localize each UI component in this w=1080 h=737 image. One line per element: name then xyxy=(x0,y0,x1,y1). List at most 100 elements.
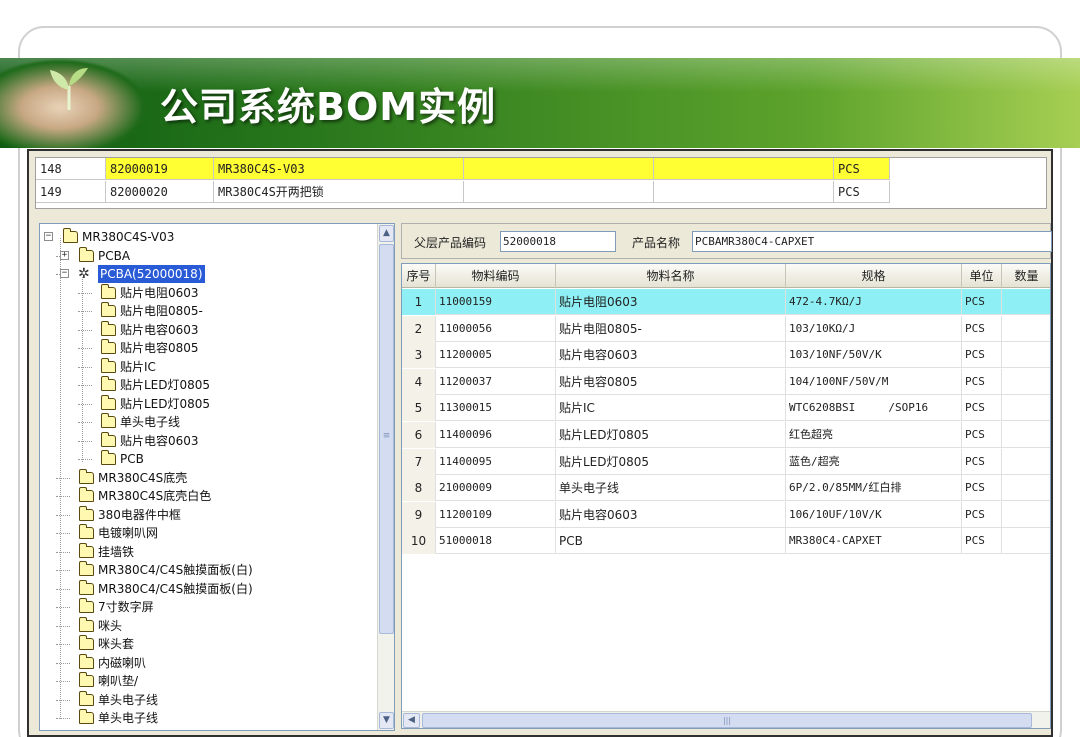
product-name-field[interactable]: PCBAMR380C4-CAPXET xyxy=(692,231,1052,252)
hscroll-thumb[interactable]: ||| xyxy=(422,713,1032,728)
tree-node[interactable]: − MR380C4S-V03 xyxy=(40,228,376,246)
tree-node[interactable]: 贴片电阻0603 xyxy=(40,283,376,302)
expand-toggle-icon[interactable]: + xyxy=(60,250,69,260)
col-header[interactable]: 物料编码 xyxy=(436,264,556,288)
tree-node[interactable]: MR380C4/C4S触摸面板(白) xyxy=(40,579,376,598)
tree-node[interactable]: 电镀喇叭网 xyxy=(40,524,376,542)
scroll-up-button[interactable]: ▲ xyxy=(379,225,394,242)
tree-node[interactable]: 380电器件中框 xyxy=(40,505,376,524)
table-row[interactable]: 148 82000019 MR380C4S-V03 PCS xyxy=(36,158,1046,180)
tree-node[interactable]: 内磁喇叭 xyxy=(40,653,376,672)
tree-node[interactable]: + PCBA xyxy=(40,246,376,265)
parent-code-field[interactable]: 52000018 xyxy=(500,231,616,252)
row-unit: PCS xyxy=(834,181,890,203)
row-number: 6 xyxy=(402,422,436,448)
material-unit: PCS xyxy=(962,315,1002,342)
tree-node[interactable]: 咪头套 xyxy=(40,635,376,653)
folder-icon xyxy=(79,709,94,724)
tree-node[interactable]: 贴片电容0805 xyxy=(40,339,376,357)
folder-icon xyxy=(79,635,94,650)
tree-connector xyxy=(56,496,70,497)
material-code: 11400095 xyxy=(436,448,556,475)
material-unit: PCS xyxy=(962,528,1002,555)
tree-node-label: 贴片LED灯0805 xyxy=(120,396,211,411)
material-unit: PCS xyxy=(962,475,1002,502)
material-name: 贴片电容0805 xyxy=(556,368,786,395)
col-header[interactable]: 序号 xyxy=(402,264,436,288)
col-header[interactable]: 单位 xyxy=(962,264,1002,288)
material-spec: 红色超亮 xyxy=(786,422,962,448)
tree-node[interactable]: MR380C4S底壳白色 xyxy=(40,487,376,505)
tree-node[interactable]: 单头电子线 xyxy=(40,709,376,727)
material-name: 贴片LED灯0805 xyxy=(556,422,786,448)
grid-hscrollbar[interactable]: ◀ ||| xyxy=(402,711,1050,728)
folder-icon xyxy=(79,616,94,632)
material-grid: 序号 物料编码 物料名称 规格 单位 数量 1 11000159 贴片电阻0603 4… xyxy=(401,263,1051,729)
table-row[interactable]: 1 11000159 贴片电阻0603 472-4.7KΩ/J PCS xyxy=(402,289,1050,315)
tree-connector xyxy=(78,329,92,331)
tree-node[interactable]: 7寸数字屏 xyxy=(40,598,376,616)
tree-node[interactable]: MR380C4/C4S触摸面板(白) xyxy=(40,561,376,579)
scroll-down-button[interactable]: ▼ xyxy=(379,712,394,729)
tree-node[interactable]: PCB xyxy=(40,450,376,468)
tree-node[interactable]: − ✲ PCBA(52000018) xyxy=(40,265,376,283)
tree-node[interactable]: 咪头 xyxy=(40,616,376,635)
scroll-left-button[interactable]: ◀ xyxy=(403,713,420,728)
col-header[interactable]: 数量 xyxy=(1002,264,1050,288)
folder-icon xyxy=(79,505,94,521)
tree-node[interactable]: 贴片LED灯0805 xyxy=(40,394,376,413)
material-unit: PCS xyxy=(962,448,1002,475)
expand-toggle-icon[interactable]: − xyxy=(44,232,53,241)
table-row[interactable]: 10 51000018 PCB MR380C4-CAPXET PCS xyxy=(402,528,1050,555)
tree-node[interactable]: 挂墙铁 xyxy=(40,542,376,561)
tree-connector xyxy=(78,385,92,386)
folder-icon xyxy=(101,283,116,299)
table-row[interactable]: 9 11200109 贴片电容0603 106/10UF/10V/K PCS xyxy=(402,501,1050,528)
material-qty xyxy=(1002,475,1050,501)
tree-node-label: 电镀喇叭网 xyxy=(98,526,159,540)
tree-scrollbar[interactable]: ▲ ≡ ▼ xyxy=(377,224,394,730)
row-number: 1 xyxy=(402,289,436,315)
material-code: 21000009 xyxy=(436,475,556,502)
bom-tree[interactable]: − MR380C4S-V03 + PCBA − ✲ PCBA(52000018) 贴片电阻06… xyxy=(39,223,395,731)
tree-node[interactable]: 喇叭垫/ xyxy=(40,672,376,690)
material-spec: 472-4.7KΩ/J xyxy=(786,289,962,315)
table-row[interactable]: 4 11200037 贴片电容0805 104/100NF/50V/M PCS xyxy=(402,368,1050,395)
table-row[interactable]: 8 21000009 单头电子线 6P/2.0/85MM/红白排 PCS xyxy=(402,475,1050,502)
tree-node[interactable]: 单头电子线 xyxy=(40,690,376,709)
col-header[interactable]: 物料名称 xyxy=(556,264,786,288)
tree-node[interactable]: 贴片电容0603 xyxy=(40,431,376,450)
tree-node[interactable]: 贴片LED灯0805 xyxy=(40,376,376,394)
tree-node[interactable]: MR380C4S底壳 xyxy=(40,468,376,487)
tree-node[interactable]: 贴片电容0603 xyxy=(40,320,376,339)
folder-icon xyxy=(101,376,116,391)
material-code: 11300015 xyxy=(436,395,556,422)
tree-node[interactable]: 单头电子线 xyxy=(40,413,376,431)
table-row[interactable]: 5 11300015 贴片IC WTC6208BSI /SOP16 PCS xyxy=(402,395,1050,422)
tree-node-label: PCBA(52000018) xyxy=(98,265,205,283)
tree-connector xyxy=(56,662,70,664)
material-unit: PCS xyxy=(962,422,1002,448)
table-row[interactable]: 6 11400096 贴片LED灯0805 红色超亮 PCS xyxy=(402,422,1050,448)
table-row[interactable]: 3 11200005 贴片电容0603 103/10NF/50V/K PCS xyxy=(402,342,1050,369)
folder-icon xyxy=(79,524,94,539)
table-row[interactable]: 7 11400095 贴片LED灯0805 蓝色/超亮 PCS xyxy=(402,448,1050,475)
tree-connector xyxy=(82,277,83,462)
material-unit: PCS xyxy=(962,289,1002,315)
tree-node-label: 贴片电阻0805- xyxy=(120,304,203,318)
tree-node-label: 贴片电容0603 xyxy=(120,433,199,448)
folder-icon xyxy=(101,339,116,354)
tree-connector xyxy=(56,607,70,608)
table-row[interactable]: 2 11000056 贴片电阻0805- 103/10KΩ/J PCS xyxy=(402,315,1050,342)
table-row[interactable]: 149 82000020 MR380C4S开两把锁 PCS xyxy=(36,181,1046,203)
row-seq: 149 xyxy=(36,181,106,203)
scroll-thumb[interactable]: ≡ xyxy=(379,244,394,634)
expand-toggle-icon[interactable]: − xyxy=(60,269,69,278)
col-header[interactable]: 规格 xyxy=(786,264,962,288)
material-qty xyxy=(1002,369,1050,395)
folder-icon xyxy=(79,487,94,502)
parent-info-bar: 父层产品编码 52000018 产品名称 PCBAMR380C4-CAPXET xyxy=(401,223,1052,259)
row-code: 82000020 xyxy=(106,181,214,203)
tree-node[interactable]: 贴片IC xyxy=(40,357,376,376)
tree-node[interactable]: 贴片电阻0805- xyxy=(40,302,376,320)
